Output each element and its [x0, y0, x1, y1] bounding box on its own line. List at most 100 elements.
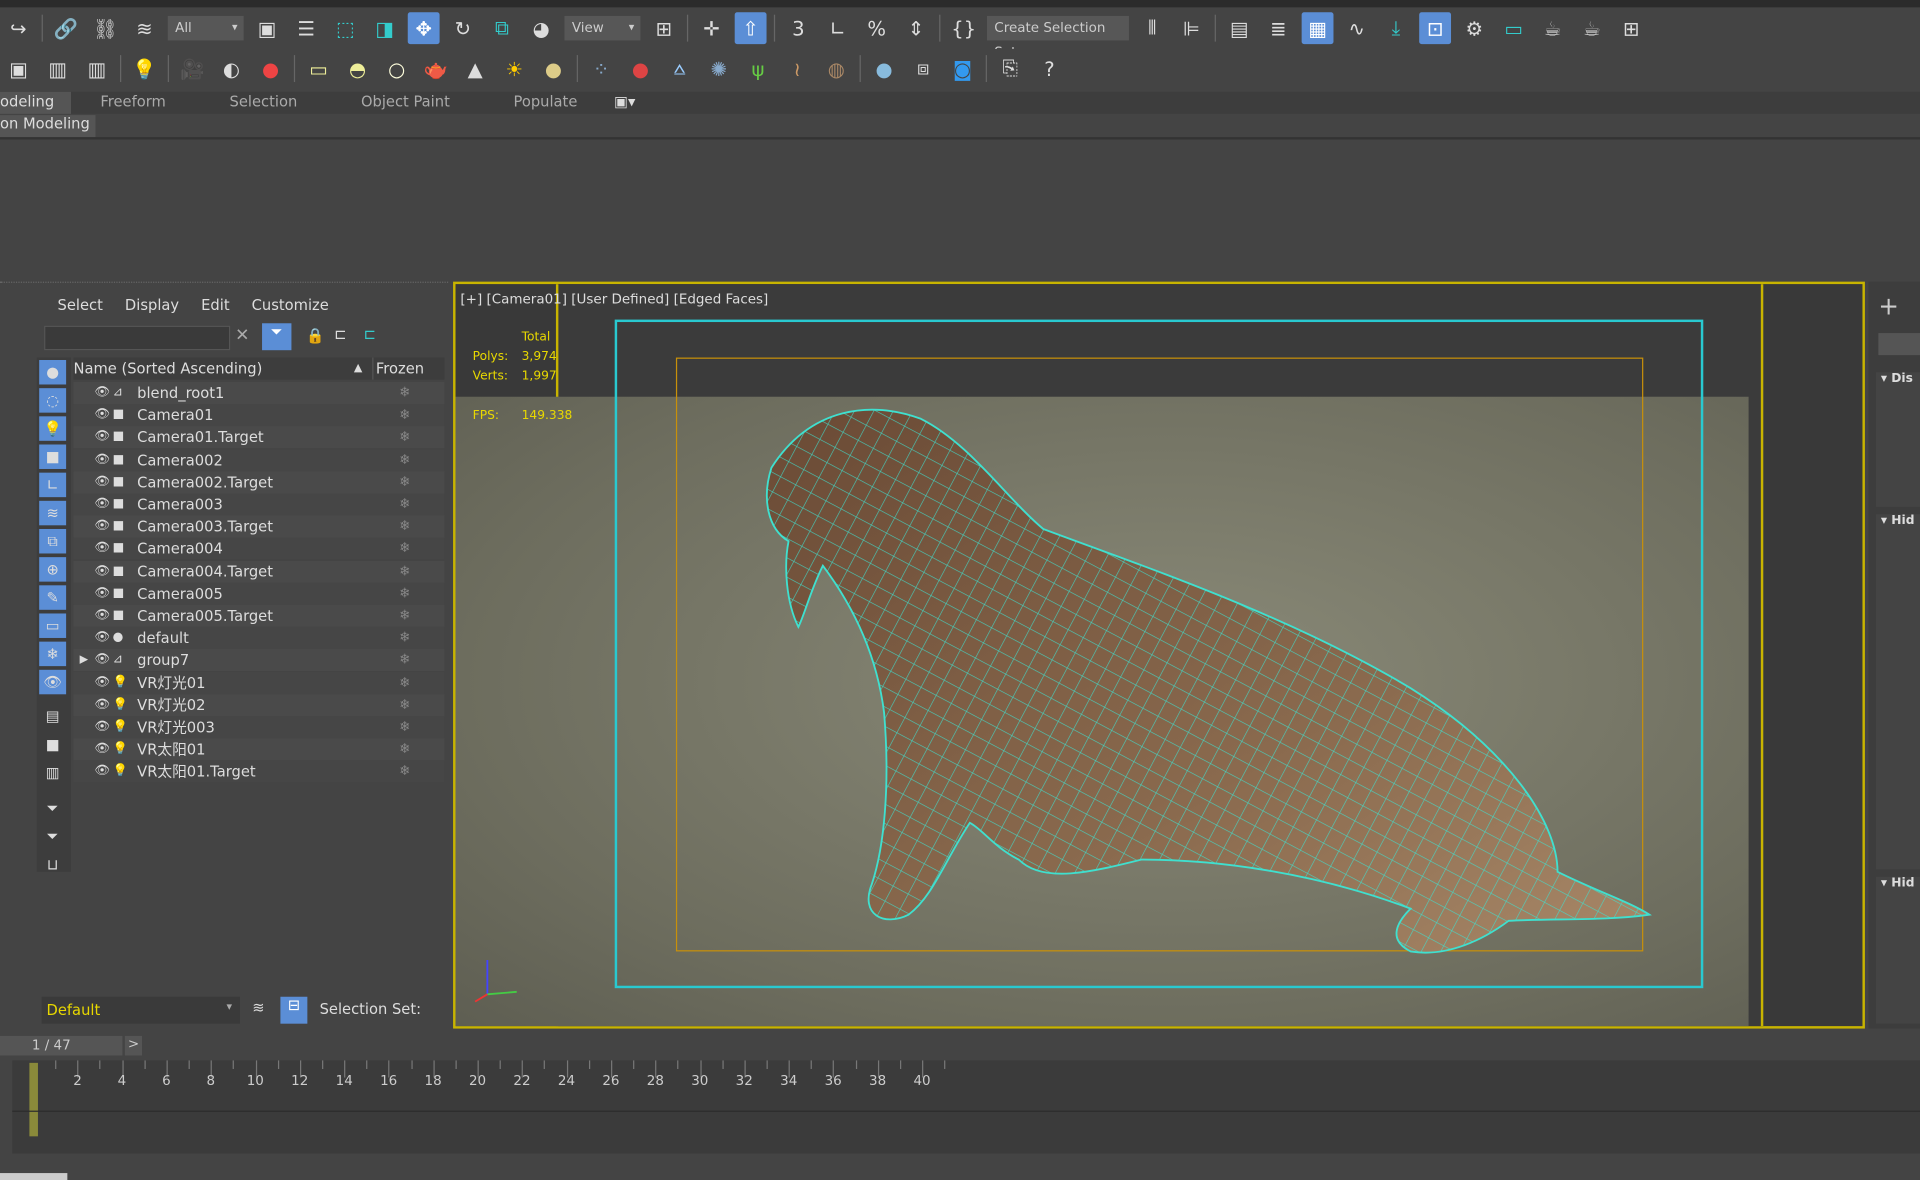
spinner-snap-icon[interactable]: ⇕	[900, 12, 932, 44]
displacement-icon[interactable]: ✺	[703, 53, 735, 85]
list-item[interactable]: 👁 ■ Camera002 ❄	[73, 448, 445, 471]
material-editor-icon[interactable]: ◙	[947, 53, 979, 85]
clear-search-icon[interactable]: ✕	[235, 326, 249, 346]
freeze-icon[interactable]: ❄	[399, 516, 410, 538]
rollout-display[interactable]: ▾ Dis	[1875, 372, 1920, 507]
list-item[interactable]: 👁 ■ Camera005 ❄	[73, 582, 445, 605]
angle-snap-icon[interactable]: ∟	[822, 12, 854, 44]
list-item[interactable]: 👁 ■ Camera002.Target ❄	[73, 471, 445, 494]
render-icon[interactable]: ☕	[1537, 12, 1569, 44]
display-all-icon[interactable]: ▤	[39, 704, 66, 728]
viewport-label[interactable]: [+] [Camera01] [User Defined] [Edged Fac…	[460, 291, 768, 307]
visibility-eye-icon[interactable]: 👁	[94, 493, 110, 515]
list-item[interactable]: 👁 ● default ❄	[73, 627, 445, 650]
reference-coord-dropdown[interactable]: View	[564, 15, 641, 41]
visibility-eye-icon[interactable]: 👁	[94, 560, 110, 582]
freeze-icon[interactable]: ❄	[399, 605, 410, 627]
list-item[interactable]: 👁 ■ Camera004.Target ❄	[73, 560, 445, 583]
frame-buffer-icon[interactable]: ▣	[2, 53, 34, 85]
list-item[interactable]: 👁 💡 VR太阳01.Target ❄	[73, 760, 445, 783]
display-shapes-icon[interactable]: ◌	[39, 388, 67, 413]
select-by-name-icon[interactable]: ☰	[290, 12, 322, 44]
menu-customize[interactable]: Customize	[252, 296, 329, 313]
freeze-icon[interactable]: ❄	[399, 427, 410, 449]
fur-icon[interactable]: ψ	[742, 53, 774, 85]
filter-icon[interactable]: ⏷	[262, 323, 292, 351]
plane-light-icon[interactable]: ▭	[302, 53, 334, 85]
freeze-icon[interactable]: ❄	[399, 672, 410, 694]
settings-panel-icon[interactable]: ▥	[42, 53, 74, 85]
display-spacewarps-icon[interactable]: ≋	[39, 500, 67, 526]
scale-icon[interactable]: ⧉	[486, 12, 518, 44]
visibility-eye-icon[interactable]: 👁	[94, 716, 110, 738]
create-tab-icon[interactable]: +	[1878, 291, 1899, 320]
freeze-icon[interactable]: ❄	[399, 560, 410, 582]
material-sphere-icon[interactable]: ●	[868, 53, 900, 85]
chevron-down-icon[interactable]: ▾	[227, 1002, 233, 1014]
freeze-icon[interactable]: ❄	[399, 382, 410, 404]
freeze-icon[interactable]: ❄	[399, 627, 410, 649]
ribbon-toggle-icon[interactable]: ≣	[1262, 12, 1294, 44]
container-icon[interactable]: ⊔	[39, 852, 66, 876]
visibility-eye-icon[interactable]: 👁	[94, 694, 110, 716]
display-hidden-icon[interactable]: 👁	[39, 669, 67, 695]
settings-panel2-icon[interactable]: ▥	[81, 53, 113, 85]
display-lights-icon[interactable]: 💡	[39, 416, 67, 441]
edit-named-selection-icon[interactable]: {}	[948, 12, 980, 44]
help-icon[interactable]: ?	[1033, 53, 1065, 85]
drag-handle[interactable]	[0, 281, 449, 287]
visibility-eye-icon[interactable]: 👁	[94, 427, 110, 449]
display-helpers-icon[interactable]: ∟	[39, 472, 67, 498]
redo-icon[interactable]: ↪	[2, 12, 34, 44]
hair-icon[interactable]: ≀	[781, 53, 813, 85]
lock-icon[interactable]: 🔒	[306, 327, 324, 344]
dome-light-icon[interactable]: ◓	[342, 53, 374, 85]
list-item[interactable]: 👁 💡 VR灯光01 ❄	[73, 671, 445, 694]
bind-spacewarp-icon[interactable]: ≋	[129, 12, 161, 44]
grid-layout-icon[interactable]: ⊞	[1615, 12, 1647, 44]
link-icon[interactable]: 🔗	[50, 12, 82, 44]
tab-selection[interactable]: Selection	[230, 92, 298, 114]
curve-editor-icon[interactable]: ∿	[1341, 12, 1373, 44]
camera-viewport[interactable]: [+] [Camera01] [User Defined] [Edged Fac…	[453, 281, 1865, 1029]
visibility-eye-icon[interactable]: 👁	[94, 761, 110, 783]
time-cursor[interactable]	[29, 1062, 38, 1137]
tab-object-paint[interactable]: Object Paint	[361, 92, 450, 114]
render-frame-icon[interactable]: ▭	[1498, 12, 1530, 44]
visibility-eye-icon[interactable]: 👁	[94, 449, 110, 471]
list-item[interactable]: 👁 💡 VR灯光003 ❄	[73, 716, 445, 739]
stereo-camera-icon[interactable]: ●	[255, 53, 287, 85]
freeze-icon[interactable]: ❄	[399, 404, 410, 426]
dope-sheet-icon[interactable]: ⤓	[1380, 12, 1412, 44]
visibility-eye-icon[interactable]: 👁	[94, 605, 110, 627]
expand-arrow-icon[interactable]: ▶	[80, 649, 88, 671]
freeze-icon[interactable]: ❄	[399, 583, 410, 605]
display-none-icon[interactable]: ■	[39, 732, 66, 756]
freeze-icon[interactable]: ❄	[399, 449, 410, 471]
ribbon-options-icon[interactable]: ▣▾	[614, 92, 635, 114]
sun-icon[interactable]: ☀	[498, 53, 530, 85]
rollout-hide1[interactable]: ▾ Hid	[1875, 514, 1920, 870]
move-icon[interactable]: ✥	[407, 12, 440, 45]
visibility-eye-icon[interactable]: 👁	[94, 672, 110, 694]
list-item[interactable]: 👁 ■ Camera004 ❄	[73, 538, 445, 561]
panel-field[interactable]	[1878, 333, 1920, 356]
freeze-icon[interactable]: ❄	[399, 649, 410, 671]
display-geometry-icon[interactable]: ●	[39, 360, 67, 385]
hierarchy-icon[interactable]: ⊏	[334, 326, 346, 343]
scene-explorer-mode-icon[interactable]: ⊟	[280, 996, 308, 1024]
list-item[interactable]: 👁 ■ Camera01 ❄	[73, 404, 445, 427]
list-item[interactable]: ▶ 👁 ⊿ group7 ❄	[73, 649, 445, 672]
named-selection-dropdown[interactable]: Create Selection Set	[986, 15, 1129, 65]
plane-icon[interactable]: ⩟	[664, 53, 696, 85]
list-item[interactable]: 👁 💡 VR灯光02 ❄	[73, 694, 445, 717]
display-containers-icon[interactable]: ▭	[39, 613, 67, 638]
ornatrix-icon[interactable]: ◍	[820, 53, 852, 85]
time-slider[interactable]: 1 / 47	[0, 1035, 123, 1056]
menu-select[interactable]: Select	[58, 296, 103, 313]
freeze-icon[interactable]: ❄	[399, 761, 410, 783]
freeze-icon[interactable]: ❄	[399, 694, 410, 716]
tab-freeform[interactable]: Freeform	[100, 92, 165, 114]
select-object-icon[interactable]: ▣	[251, 12, 283, 44]
visibility-eye-icon[interactable]: 👁	[94, 404, 110, 426]
